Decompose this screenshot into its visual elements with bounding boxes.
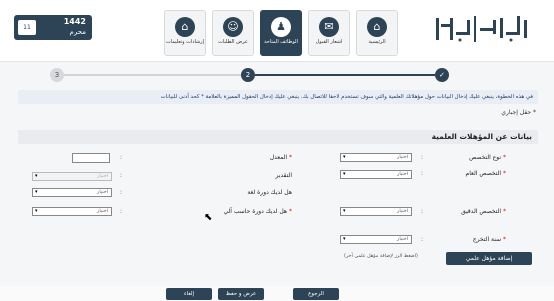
precise-specialization-select[interactable]: ▾ اختيار <box>340 207 412 216</box>
gpa-label: * المعدل <box>269 154 292 161</box>
dropdown-arrow-icon: ▾ <box>343 154 346 160</box>
required-field-note: * حقل إجباري <box>501 109 536 116</box>
step-3: 3 <box>50 68 64 82</box>
home-icon: ⌂ <box>367 17 387 37</box>
step-connector <box>255 74 435 76</box>
language-course-select[interactable]: ▾ اختيار <box>32 188 112 197</box>
colon: : <box>120 189 123 196</box>
graduation-year-select[interactable]: ▾ اختيار <box>340 235 412 244</box>
dropdown-arrow-icon: ▾ <box>343 236 346 242</box>
progress-stepper: 3 2 ✓ <box>0 66 554 84</box>
dropdown-arrow-icon: ▾ <box>343 208 346 214</box>
dropdown-arrow-icon: ▾ <box>35 208 38 214</box>
footer <box>0 286 554 301</box>
nav-home[interactable]: ⌂ الرئيسية <box>356 10 398 56</box>
computer-course-select[interactable]: ▾ اختيار <box>32 207 112 216</box>
colon: : <box>120 208 123 215</box>
nav-available-jobs-label: الوظائف المتاحة <box>264 39 298 45</box>
grade-label: التقدير <box>275 172 292 179</box>
nav-guidelines[interactable]: ⌂ إرشادات وتعليمات <box>164 10 206 56</box>
nav-guidelines-label: إرشادات وتعليمات <box>166 39 204 45</box>
mouse-cursor-icon: ⬉ <box>204 212 213 223</box>
specialization-type-select[interactable]: ▾ اختيار <box>340 153 412 162</box>
header: 1442 محرم 11 ⌂ إرشادات وتعليمات ☺ عرض ال… <box>0 0 554 62</box>
step-2: 2 <box>241 68 255 82</box>
colon: : <box>421 154 424 161</box>
view-save-button[interactable]: عرض و حفظ <box>218 288 264 300</box>
hijri-day: 11 <box>18 20 36 35</box>
colon: : <box>120 154 123 161</box>
nav-view-requests[interactable]: ☺ عرض الطلبات <box>212 10 254 56</box>
users-icon: ♟ <box>271 17 291 37</box>
colon: : <box>120 172 123 179</box>
logo <box>436 16 527 42</box>
specialization-type-label: * نوع التخصص <box>469 154 506 161</box>
nav-view-requests-label: عرض الطلبات <box>218 39 248 45</box>
add-qualification-note: (اضغط الزر لإضافة مؤهل علمي آخر) <box>344 254 418 259</box>
home-icon: ⌂ <box>175 17 195 37</box>
graduation-year-label: * سنة التخرج <box>472 236 506 243</box>
cancel-button[interactable]: إلغاء <box>166 288 212 300</box>
general-specialization-label: * التخصص العام <box>465 170 507 177</box>
colon: : <box>421 208 424 215</box>
step-1-check-icon: ✓ <box>435 68 449 82</box>
certificate-icon: ✉ <box>319 17 339 37</box>
hijri-date-badge: 1442 محرم 11 <box>14 15 92 40</box>
add-qualification-button[interactable]: إضافة مؤهل علمي <box>446 252 532 265</box>
nav-acceptance-notice-label: اشعار القبول <box>315 39 343 45</box>
nav-acceptance-notice[interactable]: ✉ اشعار القبول <box>308 10 350 56</box>
colon: : <box>421 170 424 177</box>
gpa-input[interactable] <box>72 153 110 163</box>
info-banner: في هذه الخطوة، ينبغي عليك إدخال البيانات… <box>18 90 538 104</box>
hijri-year: 1442 <box>63 17 86 26</box>
step-connector <box>64 74 241 76</box>
nav-available-jobs[interactable]: ♟ الوظائف المتاحة <box>260 10 302 56</box>
section-title: بيانات عن المؤهلات العلمية <box>18 130 538 144</box>
language-course-label: هل لديك دورة لغة <box>247 189 292 196</box>
dropdown-arrow-icon: ▾ <box>343 171 346 177</box>
colon: : <box>421 236 424 243</box>
precise-specialization-label: * التخصص الدقيق <box>461 208 506 215</box>
grade-select[interactable]: ▾ اختيار <box>32 172 112 181</box>
nav-home-label: الرئيسية <box>368 39 386 45</box>
dropdown-arrow-icon: ▾ <box>35 189 38 195</box>
back-button[interactable]: الرجوع <box>293 288 339 300</box>
computer-course-label: * هل لديك دورة حاسب آلي <box>223 208 292 215</box>
hijri-month: محرم <box>69 28 86 36</box>
general-specialization-select[interactable]: ▾ اختيار <box>340 170 412 179</box>
user-icon: ☺ <box>223 17 243 37</box>
dropdown-arrow-icon: ▾ <box>35 173 38 179</box>
